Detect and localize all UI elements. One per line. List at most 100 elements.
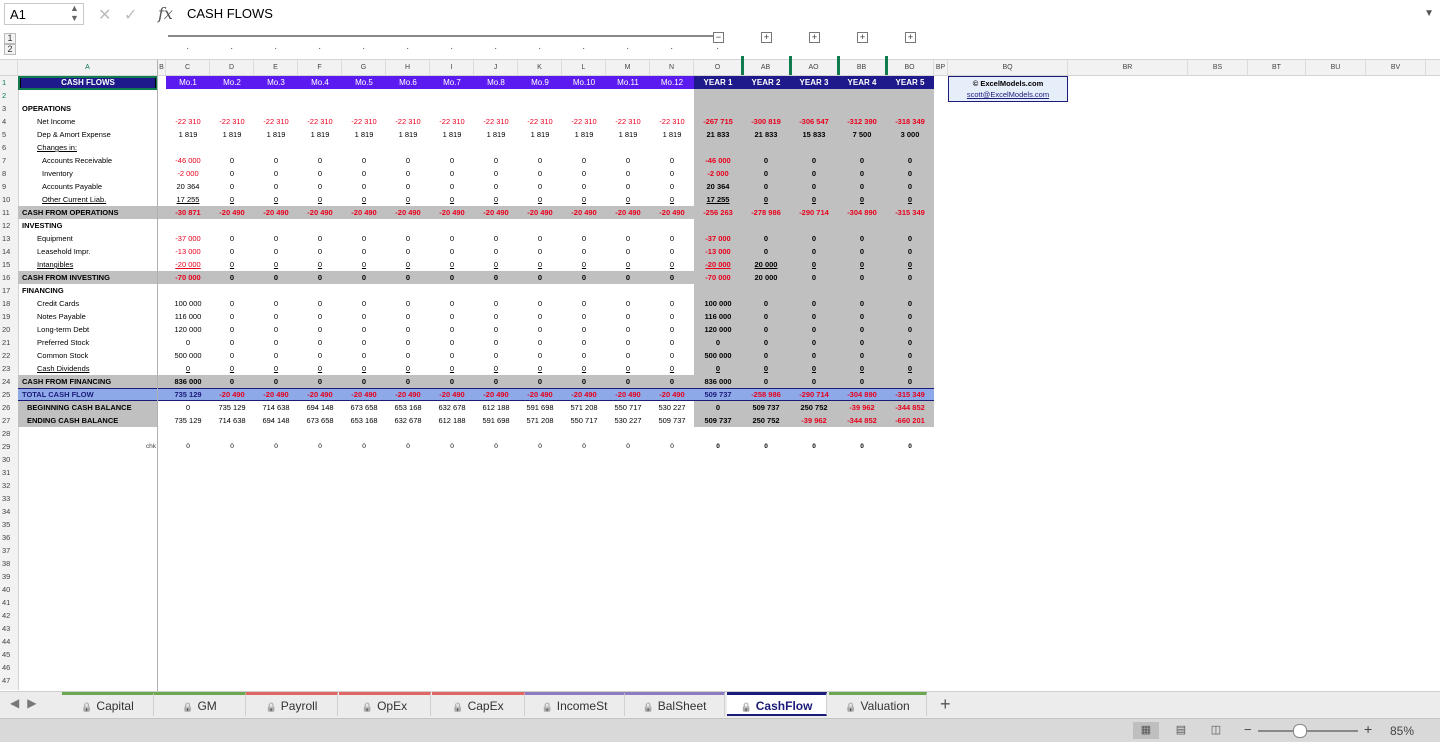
credit-email-link[interactable]: scott@ExcelModels.com [949,88,1067,101]
cell-value[interactable]: 0 [474,180,518,193]
row-header-37[interactable]: 37 [0,544,18,557]
cell-value[interactable]: 0 [298,362,342,375]
cell-value[interactable]: 1 819 [342,128,386,141]
cell-value[interactable]: 0 [210,310,254,323]
cell-value[interactable]: 0 [254,258,298,271]
cell-value[interactable]: 0 [254,336,298,349]
cell-value[interactable]: 0 [606,193,650,206]
cell-value[interactable]: 0 [386,297,430,310]
sheet-tab-payroll[interactable]: 🔒 Payroll [246,692,338,716]
expand-group-button[interactable]: + [905,32,916,43]
cell-value[interactable]: 0 [838,167,886,180]
cell-value[interactable]: -300 819 [742,115,790,128]
cell-value[interactable]: 0 [254,310,298,323]
cell-value[interactable]: 0 [298,167,342,180]
cell-value[interactable]: -20 490 [254,206,298,219]
cell-value[interactable]: 0 [790,375,838,388]
cell-value[interactable]: 0 [518,232,562,245]
cell-value[interactable]: 0 [790,167,838,180]
cell-value[interactable]: 714 638 [254,401,298,414]
column-header-bs[interactable]: BS [1188,60,1248,75]
column-header-n[interactable]: N [650,60,694,75]
cell-value[interactable]: 0 [838,375,886,388]
cell-value[interactable]: -2 000 [166,167,210,180]
cell-value[interactable]: 0 [518,362,562,375]
cell-value[interactable]: 0 [210,245,254,258]
cell-value[interactable]: 0 [742,440,790,453]
row-header-12[interactable]: 12 [0,219,18,232]
row-header-34[interactable]: 34 [0,505,18,518]
cell-value[interactable]: 1 819 [210,128,254,141]
cell-value[interactable]: 0 [298,297,342,310]
sheet-tab-valuation[interactable]: 🔒 Valuation [829,692,927,716]
cell-value[interactable]: 0 [386,362,430,375]
cell-value[interactable]: 0 [838,336,886,349]
cell-value[interactable]: 509 737 [742,401,790,414]
month-header[interactable]: Mo.1 [166,76,210,89]
cell-value[interactable]: 3 000 [886,128,934,141]
cell-value[interactable]: 0 [838,297,886,310]
month-header[interactable]: Mo.2 [210,76,254,89]
cell-value[interactable]: 0 [886,310,934,323]
cell-value[interactable]: 0 [342,375,386,388]
cell-value[interactable]: 0 [386,271,430,284]
cell-value[interactable]: 0 [430,154,474,167]
row-header-18[interactable]: 18 [0,297,18,310]
cell-value[interactable]: 0 [254,375,298,388]
cell-value[interactable]: 0 [210,232,254,245]
cell-value[interactable]: 0 [790,297,838,310]
cell-value[interactable]: 0 [298,193,342,206]
cell-value[interactable]: 0 [790,336,838,349]
cell-value[interactable]: 0 [430,323,474,336]
row-header-38[interactable]: 38 [0,557,18,570]
cell-value[interactable]: 1 819 [298,128,342,141]
sheet-tab-capital[interactable]: 🔒 Capital [62,692,154,716]
cell-value[interactable]: 0 [694,362,742,375]
cell-value[interactable]: 0 [210,154,254,167]
cell-value[interactable]: 0 [838,271,886,284]
cell-value[interactable]: 0 [342,245,386,258]
sheet-tab-cashflow[interactable]: 🔒 CashFlow [727,692,827,716]
cell-value[interactable]: 0 [694,336,742,349]
cell-value[interactable]: 0 [562,440,606,453]
zoom-slider-knob[interactable] [1293,724,1307,738]
cell-value[interactable]: -267 715 [694,115,742,128]
cell-value[interactable]: 0 [210,336,254,349]
cell-value[interactable]: 0 [790,271,838,284]
cell-value[interactable]: 0 [474,154,518,167]
cell-value[interactable]: 0 [386,232,430,245]
cell-value[interactable]: 0 [886,154,934,167]
cell-value[interactable]: 0 [650,375,694,388]
cell-value[interactable]: 17 255 [166,193,210,206]
cell-value[interactable]: 0 [298,440,342,453]
cell-value[interactable]: 0 [694,401,742,414]
sheet-tab-gm[interactable]: 🔒 GM [154,692,246,716]
cell-value[interactable]: 0 [254,167,298,180]
cell-value[interactable]: 0 [254,297,298,310]
cell-value[interactable]: -20 490 [562,388,606,401]
row-header-15[interactable]: 15 [0,258,18,271]
cell-value[interactable]: 0 [254,232,298,245]
cell-value[interactable]: 1 819 [254,128,298,141]
cell-value[interactable]: 0 [386,193,430,206]
cell-value[interactable]: 0 [342,167,386,180]
year-header[interactable]: YEAR 4 [838,76,886,89]
cell-value[interactable]: 0 [518,245,562,258]
cell-value[interactable]: 0 [650,297,694,310]
cell-value[interactable]: 0 [430,375,474,388]
row-header-41[interactable]: 41 [0,596,18,609]
column-header-m[interactable]: M [606,60,650,75]
cell-value[interactable]: 0 [562,245,606,258]
row-header-40[interactable]: 40 [0,583,18,596]
cell-value[interactable]: 0 [886,167,934,180]
row-header-4[interactable]: 4 [0,115,18,128]
cell-value[interactable]: 714 638 [210,414,254,427]
cell-value[interactable]: 0 [742,180,790,193]
cell-value[interactable]: 673 658 [342,401,386,414]
cell-value[interactable]: 0 [606,336,650,349]
cell-value[interactable]: 836 000 [694,375,742,388]
cell-value[interactable]: -20 490 [430,388,474,401]
cell-value[interactable]: 1 819 [606,128,650,141]
cell-value[interactable]: 0 [650,232,694,245]
cell-value[interactable]: 0 [474,245,518,258]
